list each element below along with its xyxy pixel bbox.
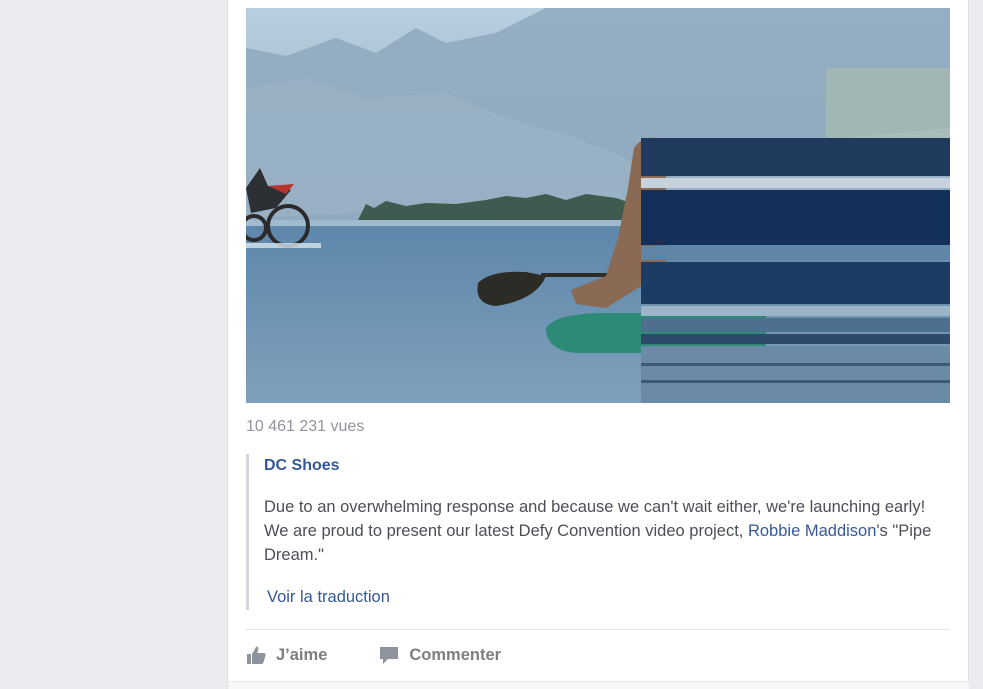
video-frame <box>246 8 950 403</box>
comment-icon <box>379 645 399 665</box>
like-button[interactable]: J’aime <box>246 645 327 665</box>
comments-area-edge <box>228 681 970 689</box>
video-player[interactable] <box>246 8 950 403</box>
view-count: 10 461 231 vues <box>246 418 365 435</box>
post-actions-bar: J’aime Commenter <box>246 642 553 668</box>
thumbs-up-icon <box>246 645 266 665</box>
shared-post-author[interactable]: DC Shoes <box>264 457 950 475</box>
shared-post-text: Due to an overwhelming response and beca… <box>264 495 944 567</box>
like-label: J’aime <box>276 645 328 664</box>
shared-post-quote: DC Shoes Due to an overwhelming response… <box>246 454 950 610</box>
mention-link[interactable]: Robbie Maddison <box>748 522 876 540</box>
right-gutter <box>969 0 983 689</box>
actions-divider <box>246 629 950 630</box>
comment-button[interactable]: Commenter <box>379 645 501 665</box>
post-card: 10 461 231 vues DC Shoes Due to an overw… <box>227 0 970 689</box>
comment-label: Commenter <box>409 645 502 664</box>
see-translation-link[interactable]: Voir la traduction <box>267 588 390 607</box>
